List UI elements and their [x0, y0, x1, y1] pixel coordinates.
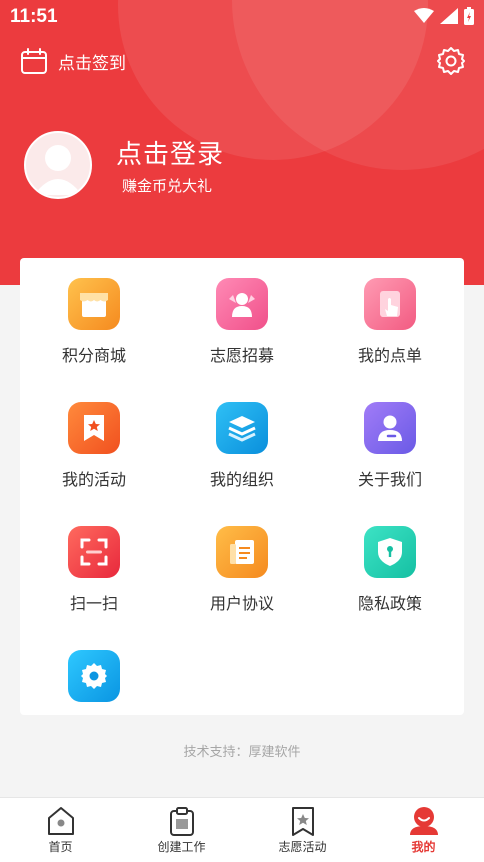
tech-support-text: 技术支持：厚建软件	[183, 745, 301, 760]
menu-item-points-mall[interactable]: 积分商城	[20, 278, 168, 402]
menu-grid: 积分商城 志愿招募 我的点单 我的活动 我的组织 关于我们 扫一扫 用户协议 隐…	[20, 278, 464, 774]
tab-mine[interactable]: 我的	[363, 798, 484, 862]
tab-create-work[interactable]: 创建工作	[121, 798, 242, 862]
tab-volunteer-activity[interactable]: 志愿活动	[242, 798, 363, 862]
signin-label: 点击签到	[58, 53, 126, 74]
avatar[interactable]	[24, 131, 92, 199]
menu-item-label: 扫一扫	[69, 594, 118, 613]
menu-item-label: 用户协议	[209, 594, 274, 613]
user-card-icon	[364, 402, 416, 454]
signin-button[interactable]: 点击签到	[20, 47, 126, 75]
login-title[interactable]: 点击登录	[116, 134, 224, 171]
menu-item-label: 我的活动	[61, 470, 126, 489]
menu-card: 积分商城 志愿招募 我的点单 我的活动 我的组织 关于我们 扫一扫 用户协议 隐…	[20, 258, 464, 715]
tab-label: 我的	[411, 840, 436, 854]
battery-icon	[464, 7, 474, 25]
activity-star-icon	[68, 402, 120, 454]
menu-item-my-order[interactable]: 我的点单	[316, 278, 464, 402]
profile-icon	[409, 807, 438, 835]
menu-item-label: 志愿招募	[209, 346, 274, 365]
bookmark-star-icon	[291, 807, 314, 836]
wifi-icon	[414, 8, 434, 23]
default-avatar-icon	[34, 145, 82, 195]
volunteer-icon	[216, 278, 268, 330]
menu-item-label: 我的组织	[209, 470, 274, 489]
tab-home[interactable]: 首页	[0, 798, 121, 862]
login-area[interactable]: 点击登录 赚金币兑大礼	[24, 131, 224, 199]
layers-icon	[216, 402, 268, 454]
status-icons	[414, 7, 474, 25]
home-icon	[47, 807, 74, 835]
login-subtitle: 赚金币兑大礼	[122, 177, 213, 195]
profile-header: 11:51 点击签到 点击登录 赚金币兑大礼	[0, 0, 484, 285]
settings-gear-icon	[68, 650, 120, 702]
tab-label: 创建工作	[157, 840, 206, 854]
clipboard-icon	[169, 807, 194, 836]
gear-icon	[437, 47, 465, 75]
status-bar: 11:51	[0, 0, 484, 34]
menu-item-label: 我的点单	[357, 346, 422, 365]
menu-item-volunteer-recruit[interactable]: 志愿招募	[168, 278, 316, 402]
tab-label: 首页	[48, 840, 73, 854]
shop-icon	[68, 278, 120, 330]
menu-item-about-us[interactable]: 关于我们	[316, 402, 464, 526]
status-time: 11:51	[10, 6, 58, 27]
menu-item-label: 隐私政策	[357, 594, 422, 613]
menu-item-user-agreement[interactable]: 用户协议	[168, 526, 316, 650]
menu-item-privacy-policy[interactable]: 隐私政策	[316, 526, 464, 650]
shield-icon	[364, 526, 416, 578]
calendar-icon	[21, 48, 47, 74]
tap-order-icon	[364, 278, 416, 330]
menu-item-my-activity[interactable]: 我的活动	[20, 402, 168, 526]
menu-item-label: 积分商城	[61, 346, 126, 365]
settings-button[interactable]	[436, 46, 466, 80]
bottom-tab-bar: 首页 创建工作 志愿活动 我的	[0, 797, 484, 862]
scan-icon	[68, 526, 120, 578]
tab-label: 志愿活动	[278, 840, 327, 854]
signal-icon	[440, 8, 458, 24]
menu-item-scan[interactable]: 扫一扫	[20, 526, 168, 650]
menu-item-my-organization[interactable]: 我的组织	[168, 402, 316, 526]
menu-item-label: 关于我们	[357, 470, 422, 489]
agreement-icon	[216, 526, 268, 578]
